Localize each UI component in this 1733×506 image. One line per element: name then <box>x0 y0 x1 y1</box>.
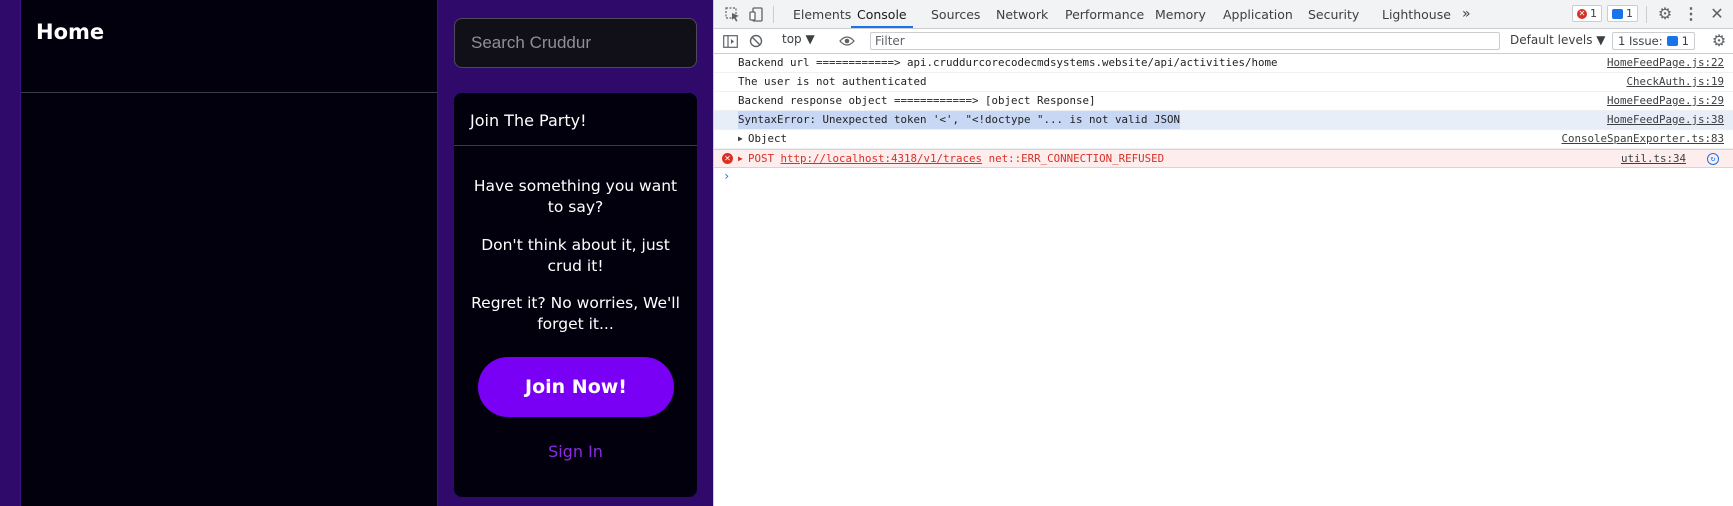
inspect-element-icon[interactable] <box>723 5 741 23</box>
feed-header: Home <box>21 0 437 93</box>
dropdown-arrow-icon: ▼ <box>805 32 815 46</box>
message-count: 1 <box>1626 7 1633 20</box>
log-source-link[interactable]: ConsoleSpanExporter.ts:83 <box>1561 130 1724 148</box>
toolbar-separator <box>1646 6 1647 23</box>
device-toolbar-icon[interactable] <box>747 5 765 23</box>
join-text-2: Don't think about it, just crud it! <box>481 236 670 275</box>
tab-performance[interactable]: Performance <box>1065 0 1144 28</box>
error-icon: ✕ <box>1577 8 1587 19</box>
log-entry-error: ✕ ▶ POST http://localhost:4318/v1/traces… <box>714 149 1733 168</box>
filter-input[interactable] <box>870 32 1500 50</box>
error-message: POST http://localhost:4318/v1/traces net… <box>748 150 1164 168</box>
kebab-menu-icon[interactable]: ⋮ <box>1682 5 1700 23</box>
log-entry: Backend response object ============> [o… <box>714 92 1733 111</box>
join-now-button[interactable]: Join Now! <box>478 357 674 417</box>
console-toolbar: top ▼ Default levels ▼ 1 Issue: 1 ⚙ <box>714 29 1733 54</box>
log-message: Backend url ============> api.cruddurcor… <box>738 56 1278 69</box>
request-method: POST <box>748 152 775 165</box>
tab-elements[interactable]: Elements <box>793 0 851 28</box>
join-panel-title: Join The Party! <box>470 111 587 130</box>
message-icon <box>1612 8 1623 19</box>
log-entry: ▶ Object ConsoleSpanExporter.ts:83 <box>714 130 1733 149</box>
error-icon: ✕ <box>722 153 733 164</box>
context-select[interactable]: top ▼ <box>782 32 815 46</box>
expand-triangle-icon[interactable]: ▶ <box>738 130 743 148</box>
tab-sources[interactable]: Sources <box>931 0 980 28</box>
more-tabs-button[interactable]: » <box>1462 0 1471 28</box>
tab-network[interactable]: Network <box>996 0 1048 28</box>
log-message: SyntaxError: Unexpected token '<', "<!do… <box>738 111 1181 129</box>
devtools-panel: Elements Console Sources Network Perform… <box>713 0 1733 506</box>
log-object[interactable]: Object <box>748 130 787 148</box>
network-request-icon[interactable]: ↻ <box>1707 153 1719 165</box>
issues-count: 1 <box>1681 34 1689 48</box>
error-text: net::ERR_CONNECTION_REFUSED <box>988 152 1165 165</box>
settings-gear-icon[interactable]: ⚙ <box>1656 5 1674 23</box>
divider <box>454 145 697 146</box>
join-text-1: Have something you want to say? <box>473 177 678 216</box>
issue-icon <box>1666 36 1678 46</box>
levels-label: Default levels <box>1510 33 1593 47</box>
error-count-badge[interactable]: ✕ 1 <box>1572 5 1602 22</box>
message-count-badge[interactable]: 1 <box>1607 5 1638 22</box>
log-message: The user is not authenticated <box>738 75 927 88</box>
tab-application[interactable]: Application <box>1223 0 1293 28</box>
log-source-link[interactable]: HomeFeedPage.js:29 <box>1607 92 1724 110</box>
tab-security[interactable]: Security <box>1308 0 1359 28</box>
prompt-chevron-icon: › <box>723 169 731 183</box>
dropdown-arrow-icon: ▼ <box>1596 33 1606 47</box>
cruddur-app: Home Join The Party! Have something you … <box>0 0 713 506</box>
request-url-link[interactable]: http://localhost:4318/v1/traces <box>781 152 983 165</box>
log-message: Backend response object ============> [o… <box>738 94 1096 107</box>
tab-console[interactable]: Console <box>851 0 913 28</box>
log-entry: Backend url ============> api.cruddurcor… <box>714 54 1733 73</box>
log-entry: The user is not authenticated CheckAuth.… <box>714 73 1733 92</box>
search-input[interactable] <box>454 18 697 68</box>
log-source-link[interactable]: CheckAuth.js:19 <box>1626 73 1724 91</box>
error-count: 1 <box>1590 7 1597 20</box>
join-party-panel: Join The Party! Have something you want … <box>454 93 697 497</box>
devtools-tabbar: Elements Console Sources Network Perform… <box>714 0 1733 29</box>
issues-button[interactable]: 1 Issue: 1 <box>1612 32 1695 50</box>
tab-memory[interactable]: Memory <box>1155 0 1206 28</box>
clear-console-icon[interactable] <box>747 32 765 50</box>
console-settings-gear-icon[interactable]: ⚙ <box>1710 32 1728 50</box>
toolbar-separator <box>773 6 774 23</box>
expand-triangle-icon[interactable]: ▶ <box>738 150 743 168</box>
log-source-link[interactable]: HomeFeedPage.js:38 <box>1607 111 1724 129</box>
issues-label: 1 Issue: <box>1618 34 1663 48</box>
console-output: Backend url ============> api.cruddurcor… <box>714 54 1733 506</box>
log-source-link[interactable]: HomeFeedPage.js:22 <box>1607 54 1724 72</box>
log-entry-selected: SyntaxError: Unexpected token '<', "<!do… <box>714 111 1733 130</box>
join-text-3: Regret it? No worries, We'll forget it..… <box>471 294 680 333</box>
sidebar-toggle-icon[interactable] <box>721 32 739 50</box>
sign-in-link[interactable]: Sign In <box>454 442 697 461</box>
home-feed: Home <box>20 0 438 506</box>
context-value: top <box>782 32 802 46</box>
log-levels-dropdown[interactable]: Default levels ▼ <box>1510 33 1606 47</box>
live-expression-eye-icon[interactable] <box>838 32 856 50</box>
page-title: Home <box>36 20 105 44</box>
console-prompt[interactable]: › <box>714 168 1733 186</box>
close-icon[interactable]: ✕ <box>1708 5 1726 23</box>
log-source-link[interactable]: util.ts:34 <box>1621 150 1686 168</box>
tab-lighthouse[interactable]: Lighthouse <box>1382 0 1451 28</box>
